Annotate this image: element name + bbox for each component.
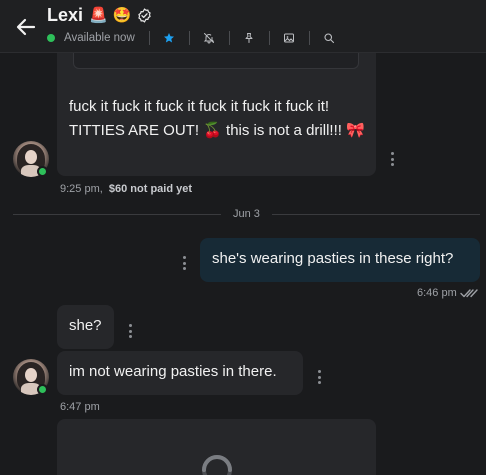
paid-message-bubble[interactable]: fuck it fuck it fuck it fuck it fuck it … xyxy=(57,38,376,176)
chat-screen: Lexi 🚨 🤩 Available now fuck it fuck it f… xyxy=(0,0,486,475)
message-text: she? xyxy=(69,317,102,334)
day-divider-line xyxy=(272,214,480,215)
divider xyxy=(148,31,150,45)
divider xyxy=(228,31,230,45)
outgoing-message-bubble[interactable]: she's wearing pasties in these right? xyxy=(200,238,480,282)
divider xyxy=(268,31,270,45)
message-meta: 6:46 pm xyxy=(417,287,478,299)
day-label: Jun 3 xyxy=(233,208,260,220)
gallery-icon[interactable] xyxy=(283,32,295,44)
divider xyxy=(308,31,310,45)
message-text: im not wearing pasties in there. xyxy=(69,363,277,380)
divider xyxy=(188,31,190,45)
mute-notifications-icon[interactable] xyxy=(203,32,215,44)
message-options-icon[interactable] xyxy=(317,370,321,384)
day-divider-line xyxy=(13,214,221,215)
message-text: fuck it fuck it fuck it fuck it fuck it … xyxy=(69,98,365,139)
message-options-icon[interactable] xyxy=(182,256,186,270)
avatar-online-dot xyxy=(37,166,48,177)
verified-badge-icon xyxy=(138,7,151,23)
availability-status: Available now xyxy=(64,32,135,44)
favorite-star-icon[interactable] xyxy=(163,32,175,44)
incoming-message-bubble[interactable]: she? xyxy=(57,305,114,349)
message-options-icon[interactable] xyxy=(390,152,394,166)
message-time: 6:46 pm xyxy=(417,287,457,299)
message-text: she's wearing pasties in these right? xyxy=(212,250,454,267)
media-message-card[interactable] xyxy=(57,419,376,475)
online-status-dot xyxy=(47,34,55,42)
chat-header: Lexi 🚨 🤩 Available now xyxy=(0,0,486,53)
contact-name[interactable]: Lexi xyxy=(47,5,83,26)
price-status: $60 not paid yet xyxy=(108,183,193,195)
header-actions-row: Available now xyxy=(47,30,335,46)
message-meta: 9:25 pm, $60 not paid yet xyxy=(60,183,192,195)
loading-spinner-icon xyxy=(202,455,232,475)
contact-title-row[interactable]: Lexi 🚨 🤩 xyxy=(47,4,152,26)
message-options-icon[interactable] xyxy=(128,324,132,338)
read-receipt-icon xyxy=(460,289,478,298)
search-icon[interactable] xyxy=(323,32,335,44)
name-emojis: 🚨 🤩 xyxy=(89,6,132,24)
message-time: 6:47 pm xyxy=(60,401,100,413)
message-meta: 6:47 pm xyxy=(60,401,100,413)
pin-icon[interactable] xyxy=(243,32,255,44)
avatar-online-dot xyxy=(37,384,48,395)
back-arrow-icon[interactable] xyxy=(14,15,38,39)
message-time: 9:25 pm, xyxy=(60,183,103,195)
incoming-message-bubble[interactable]: im not wearing pasties in there. xyxy=(57,351,303,395)
